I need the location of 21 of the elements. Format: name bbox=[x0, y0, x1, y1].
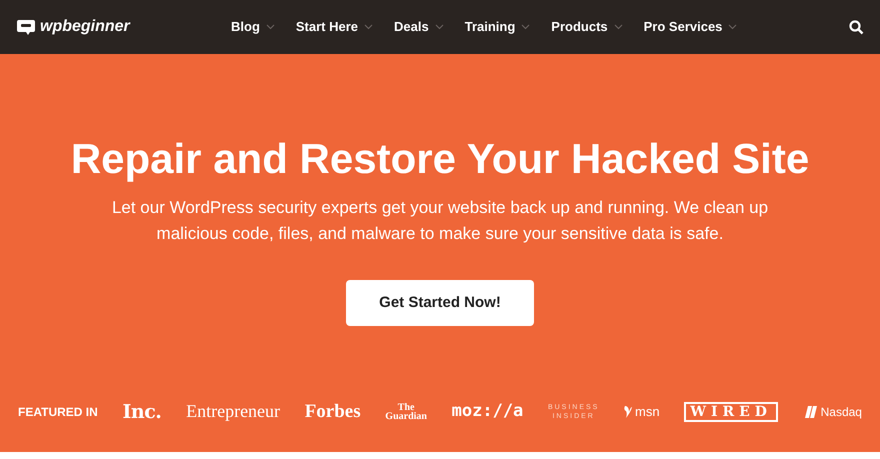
nav-link[interactable]: Training bbox=[464, 17, 530, 37]
get-started-button[interactable]: Get Started Now! bbox=[346, 280, 534, 326]
logo-text: wpbeginner bbox=[40, 17, 130, 37]
logo: Forbes bbox=[304, 400, 361, 424]
logo: msn bbox=[624, 402, 660, 422]
hero-title: Repair and Restore Your Hacked Site bbox=[70, 134, 810, 184]
nav-link[interactable]: Products bbox=[551, 17, 623, 37]
logo: The Guardian bbox=[385, 402, 427, 421]
nav-link[interactable]: Deals bbox=[394, 17, 444, 37]
logo: Inc. bbox=[122, 400, 162, 424]
logo: Nasdaq bbox=[802, 402, 862, 421]
nav-link[interactable]: Start Here bbox=[296, 17, 374, 37]
search-icon[interactable] bbox=[849, 20, 864, 34]
logo: WIRED bbox=[684, 402, 778, 422]
nav-link[interactable]: Blog bbox=[231, 17, 275, 37]
hero-description: Let our WordPress security experts get your website back up and running. We clean up malicious code, files, and malware to make sure your sensitive data is safe. bbox=[110, 197, 770, 245]
nav-link[interactable]: Pro Services bbox=[644, 17, 738, 37]
logo: moz://a bbox=[452, 400, 524, 423]
logo-icon bbox=[16, 18, 36, 36]
logo: Entrepreneur bbox=[186, 400, 280, 424]
featured-in-label: FEATURED IN bbox=[18, 404, 98, 421]
